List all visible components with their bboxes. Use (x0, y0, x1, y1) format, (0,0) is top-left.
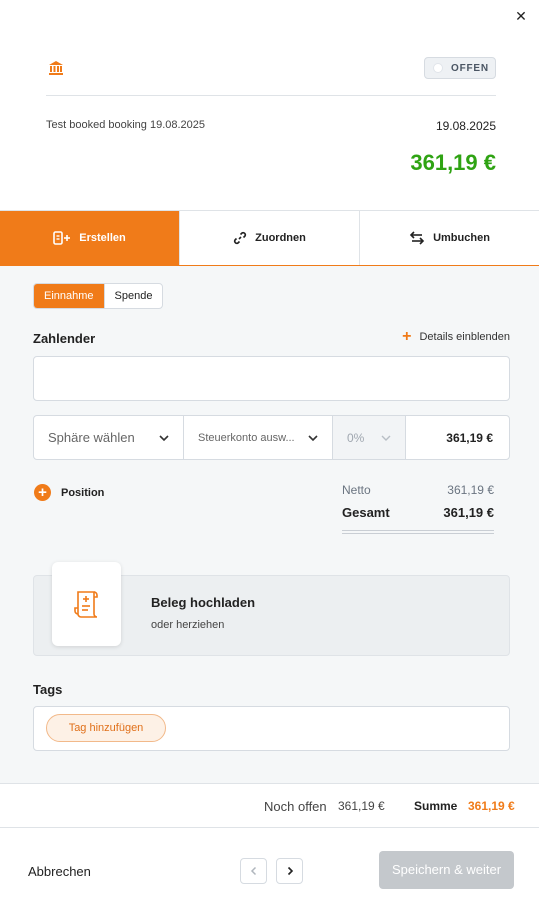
tax-account-select[interactable]: Steuerkonto ausw... (184, 416, 333, 459)
open-amount-label: Noch offen (264, 799, 327, 814)
netto-row: Netto 361,19 € (342, 483, 494, 505)
tab-umbuchen-label: Umbuchen (433, 232, 490, 244)
tab-umbuchen[interactable]: Umbuchen (360, 211, 539, 265)
link-icon (233, 231, 247, 245)
booking-description: Test booked booking 19.08.2025 (46, 119, 206, 131)
tags-label: Tags (33, 682, 63, 697)
status-dot (433, 63, 443, 73)
gesamt-row: Gesamt 361,19 € (342, 505, 494, 527)
toggle-spende[interactable]: Spende (103, 284, 163, 308)
add-position-label: Position (61, 486, 105, 499)
chevron-right-icon (287, 866, 293, 876)
details-link-label: Details einblenden (419, 331, 510, 343)
chevron-down-icon (381, 435, 391, 441)
chevron-down-icon (159, 434, 169, 441)
receipt-upload-icon (73, 591, 98, 618)
chevron-left-icon (250, 866, 256, 876)
netto-value: 361,19 € (447, 483, 494, 497)
close-icon[interactable]: ✕ (513, 8, 529, 24)
sum-label: Summe (414, 799, 458, 813)
status-label: OFFEN (451, 62, 489, 74)
next-button[interactable] (276, 858, 303, 884)
open-amount-value: 361,19 € (338, 799, 385, 813)
line-item-row: Sphäre wählen Steuerkonto ausw... 0% 361… (33, 415, 510, 460)
details-toggle-link[interactable]: + Details einblenden (402, 328, 510, 345)
tax-rate-label: 0% (347, 430, 365, 445)
payer-label: Zahlender (33, 331, 96, 346)
line-amount-field[interactable]: 361,19 € (406, 416, 509, 459)
tax-account-select-label: Steuerkonto ausw... (198, 431, 295, 444)
payer-input[interactable] (33, 356, 510, 401)
tab-zuordnen-label: Zuordnen (255, 232, 306, 244)
chevron-down-icon (308, 434, 318, 441)
swap-arrows-icon (409, 231, 425, 245)
status-badge: OFFEN (424, 57, 496, 79)
sphere-select-label: Sphäre wählen (48, 430, 135, 445)
save-and-continue-button[interactable]: Speichern & weiter (379, 851, 514, 889)
add-position-button[interactable]: + Position (34, 484, 104, 501)
tab-erstellen[interactable]: Erstellen (0, 211, 180, 273)
header-divider (46, 95, 496, 96)
tab-erstellen-label: Erstellen (79, 232, 126, 244)
plus-circle-icon: + (34, 484, 51, 501)
totals-divider (342, 530, 494, 531)
cancel-button[interactable]: Abbrechen (28, 864, 91, 879)
toggle-einnahme[interactable]: Einnahme (34, 284, 104, 308)
type-toggle: Einnahme Spende (33, 283, 164, 309)
add-tag-button[interactable]: Tag hinzufügen (46, 714, 166, 742)
upload-subtitle: oder herziehen (151, 619, 225, 631)
booking-date: 19.08.2025 (435, 119, 496, 133)
previous-button[interactable] (240, 858, 267, 884)
action-tabs: Erstellen Zuordnen Umbuchen (0, 210, 539, 273)
gesamt-label: Gesamt (342, 505, 390, 520)
create-document-icon (53, 231, 71, 245)
receipt-upload-card[interactable] (52, 562, 121, 646)
bank-icon (48, 60, 64, 76)
gesamt-value: 361,19 € (443, 505, 494, 520)
netto-label: Netto (342, 483, 371, 497)
sum-value: 361,19 € (468, 799, 515, 813)
upload-title: Beleg hochladen (151, 595, 256, 610)
tab-zuordnen[interactable]: Zuordnen (180, 211, 360, 265)
plus-icon: + (402, 328, 412, 345)
booking-amount: 361,19 € (410, 150, 496, 175)
totals-divider (342, 533, 494, 534)
sphere-select[interactable]: Sphäre wählen (34, 416, 184, 459)
totals-block: Netto 361,19 € Gesamt 361,19 € (342, 483, 494, 534)
tax-rate-select: 0% (333, 416, 406, 459)
